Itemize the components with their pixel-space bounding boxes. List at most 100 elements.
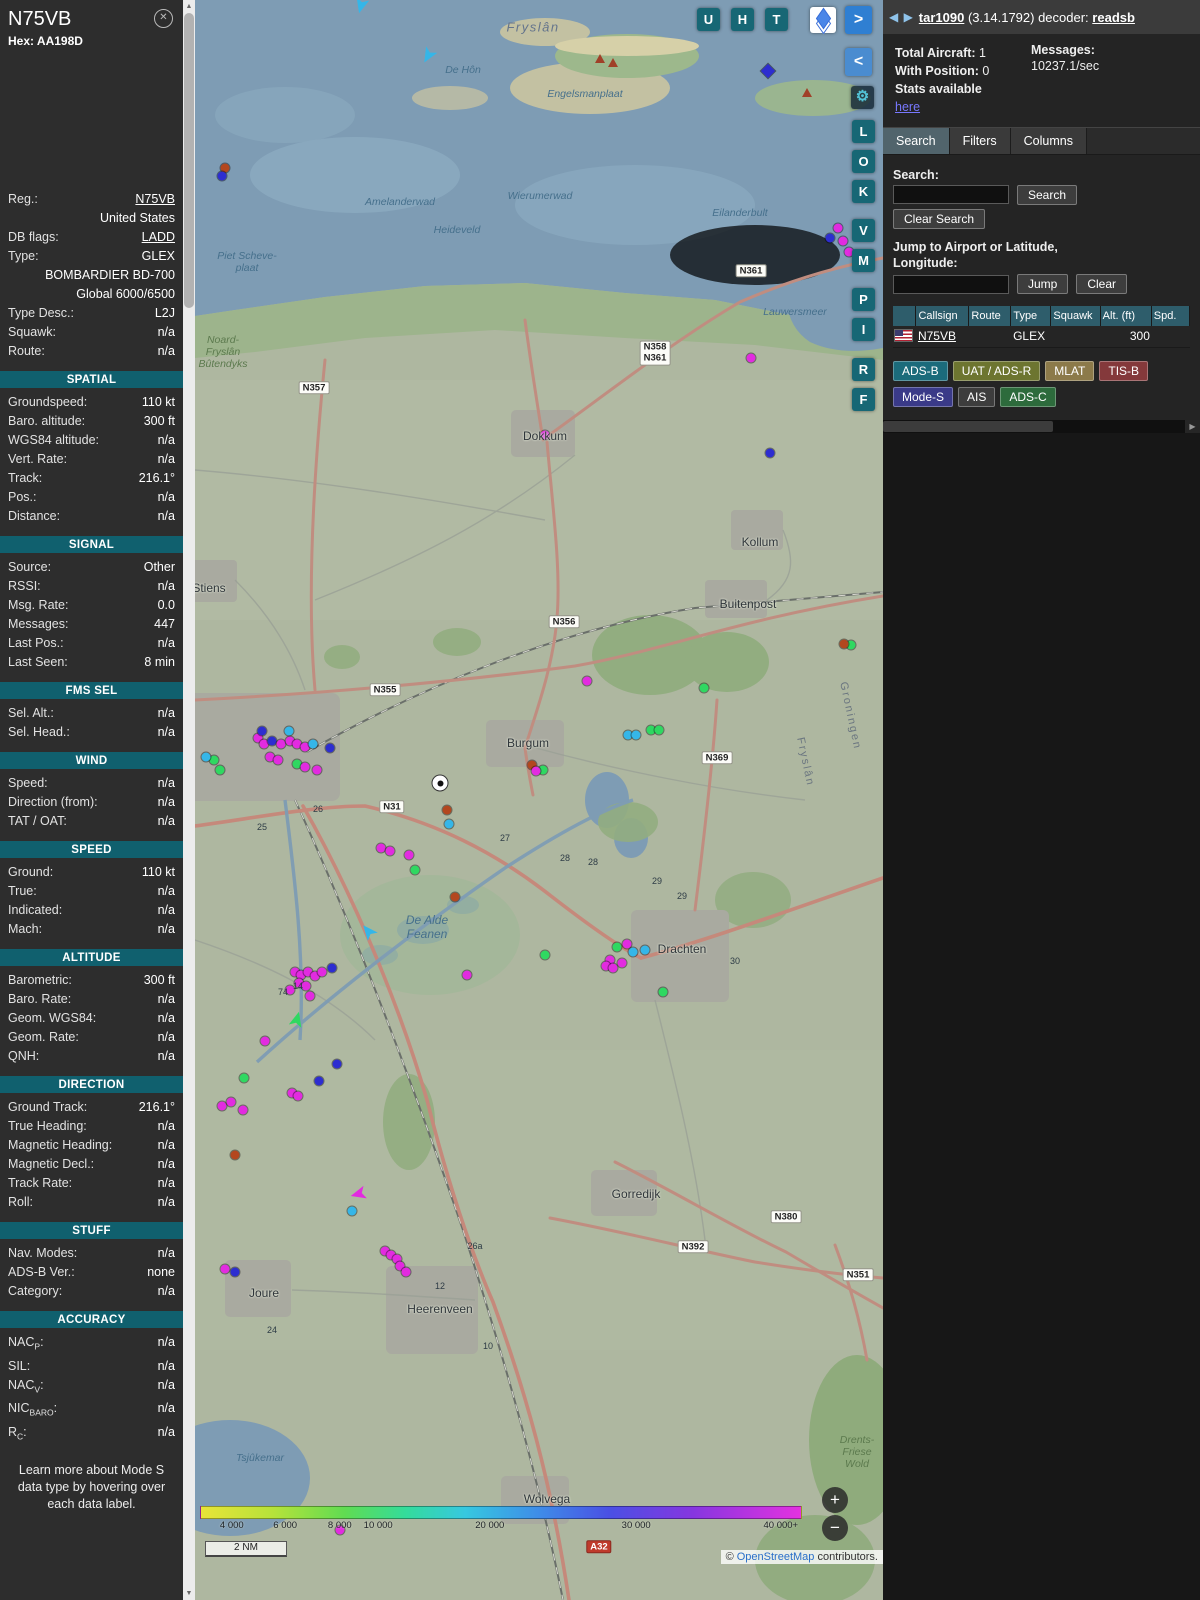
settings-gear-button[interactable]: ⚙ <box>851 86 874 109</box>
aircraft-trail-dot[interactable] <box>201 752 211 762</box>
aircraft-trail-dot[interactable] <box>401 1267 411 1277</box>
tar1090-link[interactable]: tar1090 <box>919 10 965 25</box>
map-button-o[interactable]: O <box>852 150 875 173</box>
map[interactable]: Fryslân De Hôn Engelsmanplaat Amelanderwad W… <box>195 0 883 1600</box>
filter-tis-b[interactable]: TIS-B <box>1099 361 1149 381</box>
search-input[interactable] <box>893 185 1009 204</box>
layers-button[interactable] <box>810 7 836 35</box>
aircraft-trail-dot[interactable] <box>230 1150 240 1160</box>
map-button-t[interactable]: T <box>765 8 788 31</box>
aircraft-trail-dot[interactable] <box>273 755 283 765</box>
aircraft-trail-dot[interactable] <box>327 963 337 973</box>
tab-columns[interactable]: Columns <box>1010 127 1087 154</box>
aircraft-trail-dot[interactable] <box>220 1264 230 1274</box>
aircraft-trail-dot[interactable] <box>699 683 709 693</box>
collapse-panel-button[interactable]: < <box>845 48 872 76</box>
aircraft-trail-dot[interactable] <box>628 947 638 957</box>
map-button-k[interactable]: K <box>852 180 875 203</box>
tab-filters[interactable]: Filters <box>949 127 1011 154</box>
aircraft-trail-dot[interactable] <box>238 1105 248 1115</box>
aircraft-trail-dot[interactable] <box>658 987 668 997</box>
map-button-m[interactable]: M <box>852 249 875 272</box>
aircraft-trail-dot[interactable] <box>260 1036 270 1046</box>
hscroll-thumb[interactable] <box>883 421 1053 432</box>
aircraft-trail-dot[interactable] <box>640 945 650 955</box>
filter-uat-ads-r[interactable]: UAT / ADS-R <box>952 361 1041 381</box>
filter-ads-b[interactable]: ADS-B <box>893 361 948 381</box>
aircraft-table-row[interactable]: N75VB GLEX 300 <box>893 326 1190 348</box>
aircraft-trail-dot[interactable] <box>612 942 622 952</box>
aircraft-trail-dot[interactable] <box>230 1267 240 1277</box>
aircraft-icon[interactable] <box>289 1010 305 1028</box>
aircraft-trail-dot[interactable] <box>450 892 460 902</box>
zoom-out-button[interactable]: − <box>822 1515 848 1541</box>
aircraft-trail-dot[interactable] <box>312 765 322 775</box>
aircraft-trail-dot[interactable] <box>765 448 775 458</box>
panel-resize-arrows-icon[interactable]: ◀ ▶ <box>889 10 914 24</box>
map-button-v[interactable]: V <box>852 219 875 242</box>
osm-link[interactable]: OpenStreetMap <box>737 1551 815 1563</box>
aircraft-trail-dot[interactable] <box>410 865 420 875</box>
aircraft-trail-dot[interactable] <box>217 171 227 181</box>
column-header[interactable]: Squawk <box>1051 306 1101 326</box>
zoom-in-button[interactable]: + <box>822 1487 848 1513</box>
map-button-i[interactable]: I <box>852 318 875 341</box>
aircraft-trail-dot[interactable] <box>257 726 267 736</box>
filter-mode-s[interactable]: Mode-S <box>893 387 954 407</box>
aircraft-trail-dot[interactable] <box>839 639 849 649</box>
aircraft-trail-dot[interactable] <box>531 766 541 776</box>
aircraft-trail-dot[interactable] <box>444 819 454 829</box>
aircraft-trail-dot[interactable] <box>385 846 395 856</box>
clear-search-button[interactable]: Clear Search <box>893 208 986 229</box>
column-header[interactable]: Spd. <box>1151 306 1191 326</box>
clear-jump-button[interactable]: Clear <box>1076 274 1128 294</box>
aircraft-trail-dot[interactable] <box>347 1206 357 1216</box>
stats-here-link[interactable]: here <box>895 100 920 114</box>
aircraft-trail-dot[interactable] <box>308 739 318 749</box>
jump-input[interactable] <box>893 274 1009 294</box>
aircraft-icon[interactable] <box>419 46 438 65</box>
readsb-link[interactable]: readsb <box>1092 10 1135 25</box>
map-button-p[interactable]: P <box>852 288 875 311</box>
aircraft-trail-dot[interactable] <box>462 970 472 980</box>
aircraft-trail-dot[interactable] <box>325 743 335 753</box>
column-header[interactable]: Alt. (ft) <box>1100 306 1152 326</box>
aircraft-trail-dot[interactable] <box>631 730 641 740</box>
aircraft-trail-dot[interactable] <box>239 1073 249 1083</box>
map-button-f[interactable]: F <box>852 388 875 411</box>
column-header[interactable]: Route <box>969 306 1012 326</box>
aircraft-trail-dot[interactable] <box>267 736 277 746</box>
aircraft-trail-dot[interactable] <box>305 991 315 1001</box>
aircraft-trail-dot[interactable] <box>293 1091 303 1101</box>
aircraft-trail-dot[interactable] <box>617 958 627 968</box>
aircraft-trail-dot[interactable] <box>838 236 848 246</box>
aircraft-trail-dot[interactable] <box>284 726 294 736</box>
map-button-u[interactable]: U <box>697 8 720 31</box>
aircraft-callsign[interactable]: N75VB <box>916 326 969 347</box>
info-value[interactable]: N75VB <box>135 192 175 207</box>
aircraft-trail-dot[interactable] <box>833 223 843 233</box>
aircraft-icon[interactable] <box>349 1186 367 1202</box>
aircraft-trail-dot[interactable] <box>314 1076 324 1086</box>
aircraft-trail-dot[interactable] <box>825 233 835 243</box>
column-header[interactable] <box>893 306 917 326</box>
selected-aircraft-marker[interactable] <box>432 775 448 791</box>
column-header[interactable]: Callsign <box>916 306 970 326</box>
scrollbar-thumb[interactable] <box>184 13 194 308</box>
aircraft-trail-dot[interactable] <box>300 762 310 772</box>
aircraft-trail-dot[interactable] <box>215 765 225 775</box>
filter-mlat[interactable]: MLAT <box>1045 361 1095 381</box>
hscroll-right-icon[interactable]: ▶ <box>1185 420 1200 433</box>
aircraft-trail-dot[interactable] <box>276 739 286 749</box>
map-button-l[interactable]: L <box>852 120 875 143</box>
aircraft-icon[interactable] <box>353 0 369 15</box>
aircraft-trail-dot[interactable] <box>332 1059 342 1069</box>
aircraft-trail-dot[interactable] <box>317 967 327 977</box>
info-value[interactable]: LADD <box>142 230 175 245</box>
column-header[interactable]: Type <box>1011 306 1052 326</box>
aircraft-icon[interactable] <box>760 63 776 79</box>
filter-ads-c[interactable]: ADS-C <box>1000 387 1056 407</box>
aircraft-trail-dot[interactable] <box>209 755 219 765</box>
expand-panel-button[interactable]: > <box>845 6 872 34</box>
aircraft-trail-dot[interactable] <box>404 850 414 860</box>
